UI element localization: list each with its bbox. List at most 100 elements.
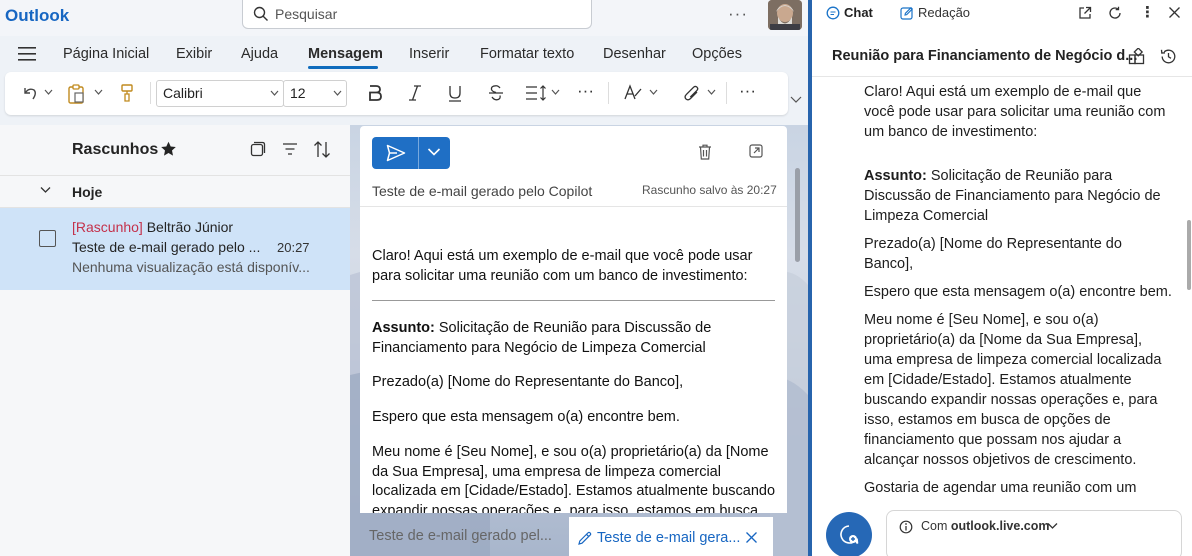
close-icon[interactable] (745, 531, 758, 544)
ribbon-divider (608, 82, 609, 104)
draft-saved-status: Rascunho salvo às 20:27 (642, 183, 777, 197)
message-checkbox[interactable] (39, 230, 56, 247)
list-item[interactable]: [Rascunho] Beltrão Júnior Teste de e-mai… (0, 208, 350, 290)
plugins-icon[interactable] (1128, 48, 1145, 65)
underline-icon[interactable] (448, 84, 462, 102)
collapse-ribbon-icon[interactable] (790, 96, 802, 104)
app-brand[interactable]: Outlook (5, 6, 69, 26)
active-tab-indicator (308, 66, 378, 69)
search-input[interactable]: Pesquisar (242, 0, 592, 29)
more-format-icon[interactable]: ··· (577, 81, 594, 101)
font-size-select[interactable]: 12 (283, 80, 347, 107)
attach-icon[interactable] (683, 84, 701, 102)
chevron-down-icon[interactable] (1047, 522, 1058, 530)
copilot-subject: Assunto: Solicitação de Reunião para Dis… (864, 166, 1174, 226)
message-subject: Teste de e-mail gerado pelo ... (72, 239, 261, 255)
more-ribbon-icon[interactable]: ··· (739, 81, 756, 101)
italic-icon[interactable] (408, 84, 422, 102)
chevron-down-icon (333, 90, 342, 96)
email-body-paragraph[interactable]: Meu nome é [Seu Nome], e sou o(a) propri… (372, 443, 777, 513)
ribbon-divider (726, 82, 727, 104)
copilot-tabs: Chat Redação ⋮ (812, 0, 1192, 28)
draft-tab-inactive[interactable]: Teste de e-mail gerado pel... (360, 517, 565, 556)
chevron-down-icon[interactable] (551, 89, 560, 95)
send-button[interactable] (372, 137, 450, 169)
folder-title: Rascunhos (72, 141, 159, 158)
outlook-app: Outlook Pesquisar ··· Página Inicial Exi… (0, 0, 808, 556)
font-size-value: 12 (290, 85, 306, 101)
copilot-paragraph: Meu nome é [Seu Nome], e sou o(a) propri… (864, 312, 1162, 468)
format-painter-icon[interactable] (120, 84, 134, 102)
chevron-down-icon (270, 90, 279, 96)
copilot-header-divider (812, 76, 1192, 77)
copilot-response: Claro! Aqui está um exemplo de e-mail qu… (864, 82, 1174, 496)
refresh-icon[interactable] (1108, 6, 1122, 20)
clipboard-icon[interactable] (67, 84, 85, 104)
tab-opcoes[interactable]: Opções (692, 46, 742, 62)
message-preview: Nenhuma visualização está disponív... (72, 259, 310, 275)
sort-icon[interactable] (313, 141, 331, 158)
avatar[interactable] (768, 0, 802, 30)
copilot-greeting: Prezado(a) [Nome do Representante do Ban… (864, 236, 1122, 272)
subject-field[interactable]: Teste de e-mail gerado pelo Copilot (372, 183, 592, 199)
email-body-intro[interactable]: Claro! Aqui está um exemplo de e-mail qu… (372, 247, 777, 286)
font-name-select[interactable]: Calibri (156, 80, 284, 107)
bold-icon[interactable] (368, 84, 382, 102)
open-external-icon[interactable] (1078, 6, 1092, 20)
delete-icon[interactable] (698, 144, 712, 160)
search-placeholder: Pesquisar (275, 6, 338, 22)
draft-tab-active[interactable]: Teste de e-mail gera... (569, 517, 773, 556)
tab-inserir[interactable]: Inserir (409, 46, 449, 62)
close-icon[interactable] (1168, 6, 1181, 19)
date-group-header[interactable]: Hoje (0, 175, 350, 208)
context-source[interactable]: Com outlook.live.com (921, 519, 1050, 533)
menu-bar: Página Inicial Exibir Ajuda Mensagem Ins… (0, 38, 808, 70)
body-horizontal-rule (372, 300, 775, 301)
tab-exibir[interactable]: Exibir (176, 46, 212, 62)
chevron-down-icon[interactable] (707, 89, 716, 95)
tab-pagina-inicial[interactable]: Página Inicial (63, 46, 149, 62)
info-icon (899, 520, 913, 534)
compose-scrollbar[interactable] (795, 168, 800, 262)
undo-icon[interactable] (21, 84, 39, 102)
send-split-divider (418, 137, 419, 169)
tab-mensagem[interactable]: Mensagem (308, 46, 383, 62)
more-options-icon[interactable]: ··· (728, 4, 748, 24)
chevron-down-icon (40, 187, 51, 193)
tab-ajuda[interactable]: Ajuda (241, 46, 278, 62)
tab-redacao[interactable]: Redação (900, 5, 970, 20)
chevron-down-icon[interactable] (427, 147, 441, 157)
email-body-subject[interactable]: Assunto: Solicitação de Reunião para Dis… (372, 319, 777, 358)
tab-desenhar[interactable]: Desenhar (603, 46, 666, 62)
tab-formatar-texto[interactable]: Formatar texto (480, 46, 574, 62)
copilot-input-box[interactable]: Com outlook.live.com (886, 510, 1182, 556)
compose-icon (900, 6, 914, 20)
pop-out-icon[interactable] (749, 144, 763, 158)
chevron-down-icon[interactable] (44, 89, 53, 95)
chevron-down-icon[interactable] (649, 89, 658, 95)
chevron-down-icon[interactable] (94, 89, 103, 95)
tab-chat[interactable]: Chat (826, 5, 873, 20)
filter-icon[interactable] (282, 143, 298, 155)
copilot-paragraph: Gostaria de agendar uma reunião com um r… (864, 480, 1137, 496)
email-body-wish[interactable]: Espero que esta mensagem o(a) encontre b… (372, 408, 777, 428)
copilot-intro: Claro! Aqui está um exemplo de e-mail qu… (864, 84, 1166, 140)
strikethrough-icon[interactable] (488, 84, 504, 102)
history-icon[interactable] (1160, 48, 1177, 65)
copilot-scrollbar[interactable] (1187, 220, 1191, 290)
copilot-conversation-title: Reunião para Financiamento de Negócio d.… (832, 48, 1138, 64)
font-name-value: Calibri (163, 85, 203, 101)
ribbon-divider (150, 82, 151, 104)
new-chat-button[interactable] (826, 512, 872, 556)
select-mode-icon[interactable] (250, 141, 266, 157)
email-body-greeting[interactable]: Prezado(a) [Nome do Representante do Ban… (372, 373, 777, 393)
chat-icon (826, 6, 840, 20)
line-spacing-icon[interactable] (524, 84, 548, 102)
hamburger-menu-icon[interactable] (18, 47, 36, 61)
pencil-icon (578, 531, 592, 545)
ribbon-toolbar: Calibri 12 ··· ··· (5, 72, 788, 115)
more-vertical-icon[interactable]: ⋮ (1140, 3, 1155, 21)
favorite-star-icon[interactable] (160, 141, 177, 157)
draft-tab-label: Teste de e-mail gerado pel... (369, 528, 552, 544)
styles-icon[interactable] (623, 84, 643, 102)
